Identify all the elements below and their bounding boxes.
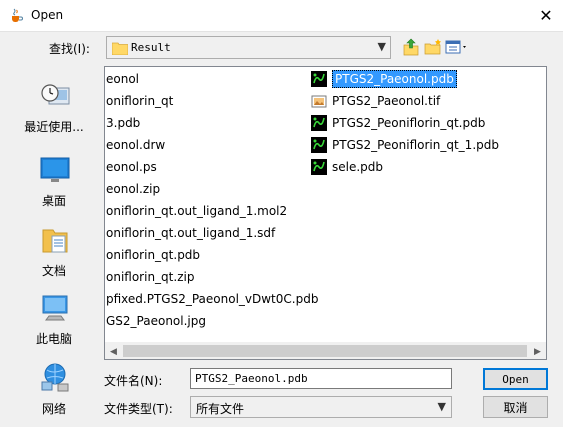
pdb-file-icon	[311, 115, 327, 131]
folder-icon	[112, 42, 128, 55]
list-item[interactable]: oniflorin_qt.out_ligand_1.mol2	[105, 200, 305, 222]
pdb-file-icon	[311, 159, 327, 175]
list-item[interactable]: eonol.ps	[105, 156, 305, 178]
file-type-value: 所有文件	[196, 402, 245, 416]
this-pc-icon	[42, 295, 68, 321]
open-button[interactable]: Open	[483, 368, 548, 390]
list-item[interactable]: PTGS2_Paeonol.tif	[308, 90, 508, 112]
list-item[interactable]: oniflorin_qt	[105, 90, 305, 112]
place-label: 文档	[41, 264, 66, 278]
file-name-field[interactable]: PTGS2_Paeonol.pdb	[190, 368, 452, 389]
pdb-file-icon	[311, 137, 327, 153]
close-icon: ✕	[539, 6, 553, 25]
list-item[interactable]: 3.pdb	[105, 112, 305, 134]
list-item[interactable]: oniflorin_qt.pdb	[105, 244, 305, 266]
place-label: 网络	[41, 402, 66, 416]
scroll-right-icon[interactable]: ▶	[529, 343, 546, 359]
look-in-value: Result	[131, 41, 171, 54]
list-item[interactable]: oniflorin_qt.out_ligand_1.sdf	[105, 222, 305, 244]
place-network[interactable]: 网络	[10, 362, 98, 424]
new-folder-icon	[424, 39, 441, 55]
look-in-combo[interactable]: Result ▼	[106, 36, 391, 59]
list-item[interactable]: sele.pdb	[308, 156, 508, 178]
place-recent[interactable]: 最近使用...	[10, 80, 98, 142]
list-item[interactable]: PTGS2_Peoniflorin_qt.pdb	[308, 112, 508, 134]
window-title: Open	[31, 8, 64, 22]
place-label: 最近使用...	[24, 120, 84, 134]
scrollbar-thumb[interactable]	[123, 345, 527, 357]
list-item[interactable]: PTGS2_Peoniflorin_qt_1.pdb	[308, 134, 508, 156]
list-item[interactable]: GS2_Paeonol.jpg	[105, 310, 305, 332]
place-label: 此电脑	[35, 332, 72, 346]
close-button[interactable]: ✕	[529, 0, 563, 31]
scroll-left-icon[interactable]: ◀	[105, 343, 122, 359]
list-item-selected[interactable]: PTGS2_Paeonol.pdb	[308, 68, 508, 90]
new-folder-button[interactable]	[423, 37, 443, 57]
place-this-pc[interactable]: 此电脑	[10, 292, 98, 354]
file-name-label: 文件名(N):	[104, 374, 163, 388]
list-item[interactable]: pfixed.PTGS2_Paeonol_vDwt0C.pdb	[105, 288, 318, 310]
documents-icon	[42, 229, 68, 253]
list-item[interactable]: eonol	[105, 68, 305, 90]
list-item[interactable]: eonol.zip	[105, 178, 305, 200]
place-desktop[interactable]: 桌面	[10, 154, 98, 216]
network-icon	[41, 363, 69, 392]
place-documents[interactable]: 文档	[10, 224, 98, 286]
java-cup-icon	[12, 8, 23, 22]
file-column-1: eonol oniflorin_qt 3.pdb eonol.drw eonol…	[105, 68, 318, 332]
chevron-down-icon: ▼	[377, 40, 386, 53]
file-type-combo[interactable]: 所有文件 ▼	[190, 396, 452, 418]
up-folder-icon	[403, 38, 419, 56]
cancel-button[interactable]: 取消	[483, 396, 548, 418]
look-in-label: 查找(I):	[49, 42, 90, 56]
file-list[interactable]: eonol oniflorin_qt 3.pdb eonol.drw eonol…	[104, 66, 547, 360]
chevron-down-icon: ▼	[437, 400, 446, 413]
file-type-label: 文件类型(T):	[104, 402, 173, 416]
place-label: 桌面	[41, 194, 66, 208]
desktop-icon	[40, 157, 70, 182]
horizontal-scrollbar[interactable]: ◀ ▶	[105, 342, 546, 359]
file-column-2: PTGS2_Paeonol.pdb PTGS2_Paeonol.tif PTGS…	[308, 68, 508, 178]
title-bar: Open ✕	[0, 0, 563, 31]
view-menu-icon	[445, 40, 466, 54]
list-item[interactable]: oniflorin_qt.zip	[105, 266, 305, 288]
recent-items-icon	[41, 84, 70, 105]
pdb-file-icon	[311, 71, 327, 87]
list-item[interactable]: eonol.drw	[105, 134, 305, 156]
image-file-icon	[311, 95, 327, 108]
up-folder-button[interactable]	[401, 37, 421, 57]
view-menu-button[interactable]	[445, 37, 469, 57]
